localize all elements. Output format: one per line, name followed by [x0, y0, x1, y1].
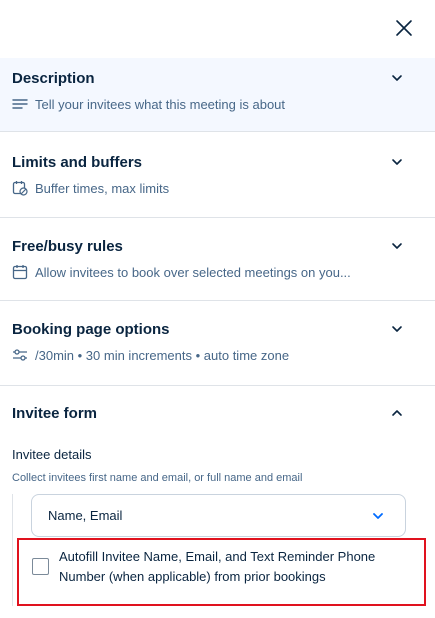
busy-rules-subtitle: Allow invitees to book over selected mee…: [35, 264, 351, 280]
autofill-checkbox[interactable]: [32, 558, 49, 575]
description-subtitle-row: Tell your invitees what this meeting is …: [12, 96, 285, 112]
booking-options-subtitle-row: /30min • 30 min increments • auto time z…: [12, 347, 289, 363]
booking-options-title: Booking page options: [12, 321, 170, 338]
description-subtitle: Tell your invitees what this meeting is …: [35, 96, 286, 112]
group-divider: [12, 494, 13, 606]
description-section[interactable]: Description Tell your invitees what this…: [0, 58, 435, 132]
busy-rules-title: Free/busy rules: [12, 238, 123, 255]
invitee-form-title: Invitee form: [12, 405, 98, 422]
booking-options-section[interactable]: Booking page options /30min • 30 min inc…: [0, 302, 435, 386]
limits-section[interactable]: Limits and buffers Buffer times, max lim…: [0, 133, 435, 218]
chevron-down-icon[interactable]: [390, 322, 404, 336]
autofill-label: Autofill Invitee Name, Email, and Text R…: [59, 549, 376, 584]
name-format-select[interactable]: Name, Email: [31, 494, 406, 537]
chevron-down-icon[interactable]: [390, 155, 404, 169]
close-icon: [396, 20, 412, 36]
autofill-option-highlight: Autofill Invitee Name, Email, and Text R…: [17, 538, 426, 606]
close-button[interactable]: [392, 16, 416, 40]
text-lines-icon: [12, 96, 28, 112]
limits-subtitle: Buffer times, max limits: [35, 180, 170, 196]
description-title: Description: [12, 70, 95, 87]
chevron-up-icon[interactable]: [390, 406, 404, 420]
chevron-down-icon[interactable]: [390, 71, 404, 85]
busy-rules-subtitle-row: Allow invitees to book over selected mee…: [12, 264, 351, 280]
calendar-icon: [12, 264, 28, 280]
name-format-value: Name, Email: [48, 508, 123, 523]
busy-rules-section[interactable]: Free/busy rules Allow invitees to book o…: [0, 219, 435, 301]
sliders-icon: [12, 347, 28, 363]
limits-title: Limits and buffers: [12, 154, 143, 171]
calendar-clock-icon: [12, 180, 28, 196]
chevron-down-icon[interactable]: [390, 239, 404, 253]
limits-subtitle-row: Buffer times, max limits: [12, 180, 169, 196]
invitee-details-label: Invitee details: [12, 447, 92, 462]
chevron-down-icon: [371, 509, 385, 523]
booking-options-subtitle: /30min • 30 min increments • auto time z…: [35, 347, 290, 363]
invitee-details-help: Collect invitees first name and email, o…: [12, 472, 303, 484]
